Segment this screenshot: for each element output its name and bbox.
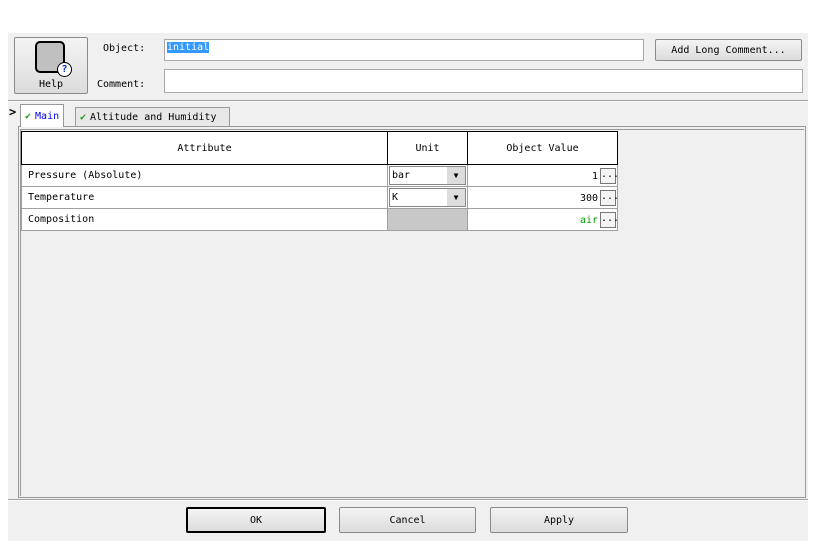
ellipsis-button[interactable]: ...: [600, 189, 619, 206]
tab-label: Altitude and Humidity: [90, 112, 217, 123]
check-icon: ✔: [25, 110, 32, 122]
object-input[interactable]: initial: [164, 39, 644, 61]
cancel-button[interactable]: Cancel: [339, 507, 476, 533]
row-marker-icon: >: [9, 105, 17, 119]
tab-main[interactable]: ✔ Main: [20, 104, 65, 127]
attribute-cell: Composition: [21, 208, 388, 231]
object-label: Object:: [103, 43, 146, 54]
attribute-cell: Temperature: [21, 186, 388, 209]
tab-label: Main: [35, 110, 60, 122]
value-cell[interactable]: 300...: [467, 186, 619, 209]
help-button[interactable]: ? Help: [14, 37, 88, 94]
apply-button[interactable]: Apply: [490, 507, 628, 533]
ellipsis-button[interactable]: ...: [600, 167, 619, 184]
value-text: air: [579, 214, 598, 226]
col-object-value: Object Value: [467, 131, 618, 165]
unit-value: bar: [392, 170, 411, 181]
unit-value: K: [392, 192, 399, 203]
value-cell[interactable]: 1...: [467, 164, 619, 187]
add-long-comment-button[interactable]: Add Long Comment...: [655, 39, 802, 61]
value-cell[interactable]: air...: [467, 208, 619, 231]
divider: [8, 100, 808, 102]
question-icon: ?: [57, 62, 72, 77]
check-icon: ✔: [80, 112, 87, 123]
ok-button[interactable]: OK: [186, 507, 326, 533]
attribute-table: Attribute Unit Object Value Pressure (Ab…: [21, 131, 619, 231]
unit-dropdown[interactable]: bar ▼: [389, 166, 466, 185]
ellipsis-button[interactable]: ...: [600, 211, 619, 228]
table-row: Composition air...: [21, 208, 619, 231]
attribute-cell: Pressure (Absolute): [21, 164, 388, 187]
chevron-down-icon[interactable]: ▼: [447, 189, 465, 206]
unit-cell[interactable]: K ▼: [387, 186, 468, 209]
help-label: Help: [38, 79, 64, 90]
table-row: Temperature K ▼ 300...: [21, 186, 619, 209]
unit-cell: [387, 208, 468, 231]
unit-dropdown[interactable]: K ▼: [389, 188, 466, 207]
comment-label: Comment:: [97, 79, 146, 90]
col-attribute: Attribute: [21, 131, 388, 165]
footer-divider: [8, 499, 808, 501]
table-header: Attribute Unit Object Value: [21, 131, 618, 165]
table-row: Pressure (Absolute) bar ▼ 1...: [21, 164, 619, 187]
value-text: 300: [579, 192, 598, 204]
unit-cell[interactable]: bar ▼: [387, 164, 468, 187]
object-value: initial: [167, 42, 210, 53]
col-unit: Unit: [387, 131, 468, 165]
comment-input[interactable]: [164, 69, 803, 93]
chevron-down-icon[interactable]: ▼: [447, 167, 465, 184]
tab-altitude-humidity[interactable]: ✔ Altitude and Humidity: [75, 107, 230, 127]
value-text: 1: [591, 170, 598, 182]
